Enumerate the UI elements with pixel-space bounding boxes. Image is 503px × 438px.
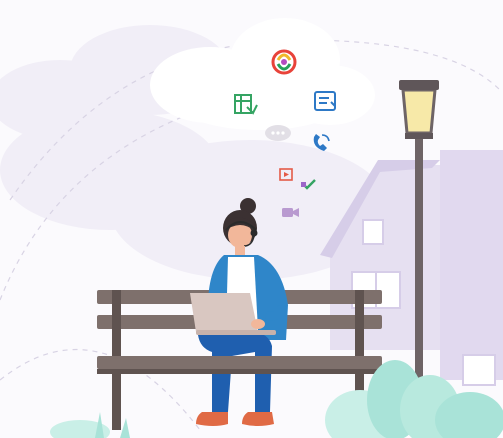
house-window-top (362, 219, 384, 245)
bench-seat (97, 356, 382, 374)
document-icon (314, 91, 336, 111)
illustration-canvas (0, 0, 503, 438)
house-window-side (462, 354, 496, 386)
video-camera-icon (282, 208, 299, 217)
illustration-scene (0, 0, 503, 438)
chat-bubble-icon (265, 125, 291, 141)
